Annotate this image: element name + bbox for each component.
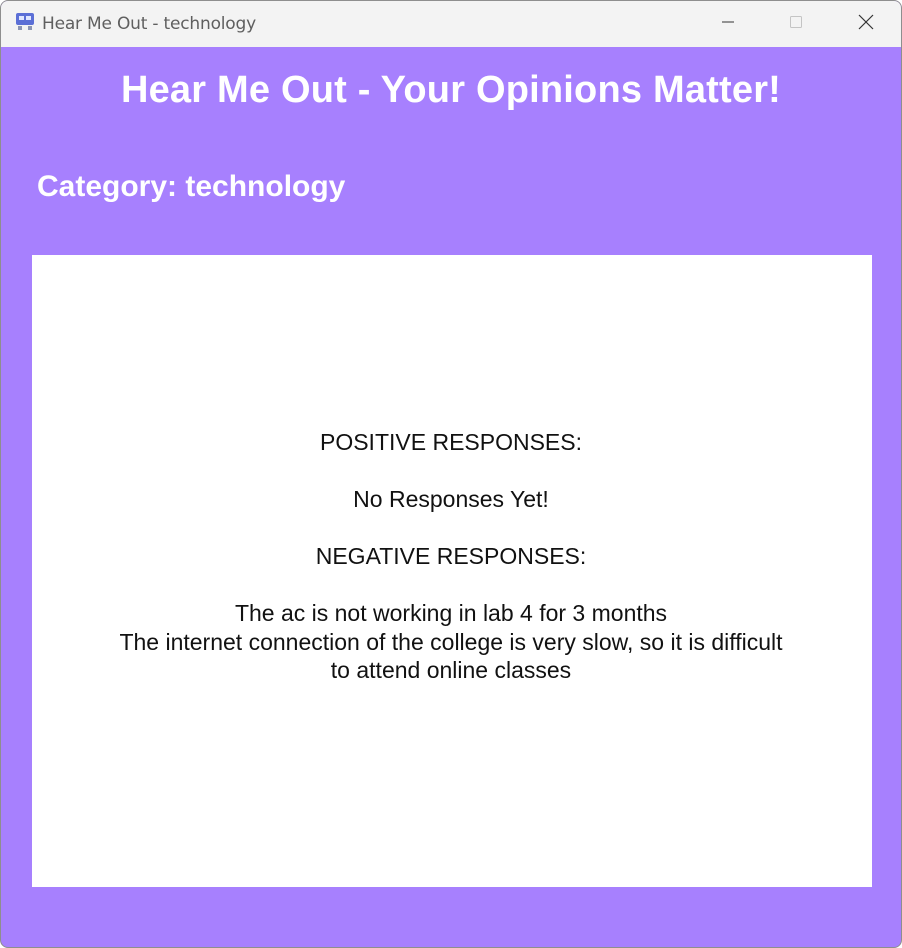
close-icon xyxy=(857,13,875,36)
positive-response-item: No Responses Yet! xyxy=(353,486,549,512)
negative-response-item: The ac is not working in lab 4 for 3 mon… xyxy=(234,600,668,626)
maximize-icon xyxy=(788,14,804,35)
app-heading: Hear Me Out - Your Opinions Matter! xyxy=(120,69,782,111)
minimize-icon xyxy=(720,14,736,35)
app-icon xyxy=(15,12,35,32)
close-button[interactable] xyxy=(833,1,899,47)
maximize-button[interactable] xyxy=(763,1,829,47)
positive-responses-heading: POSITIVE RESPONSES: xyxy=(319,429,583,455)
app-window: Hear Me Out - technology Hear Me Out - Y… xyxy=(0,0,902,948)
title-bar[interactable]: Hear Me Out - technology xyxy=(1,1,901,47)
negative-response-item: The internet connection of the college i… xyxy=(119,629,783,655)
negative-responses-heading: NEGATIVE RESPONSES: xyxy=(315,543,587,569)
negative-response-item: to attend online classes xyxy=(330,657,572,683)
window-title: Hear Me Out - technology xyxy=(42,14,256,34)
category-label: Category: technology xyxy=(37,170,346,203)
minimize-button[interactable] xyxy=(695,1,761,47)
responses-panel xyxy=(32,255,872,887)
